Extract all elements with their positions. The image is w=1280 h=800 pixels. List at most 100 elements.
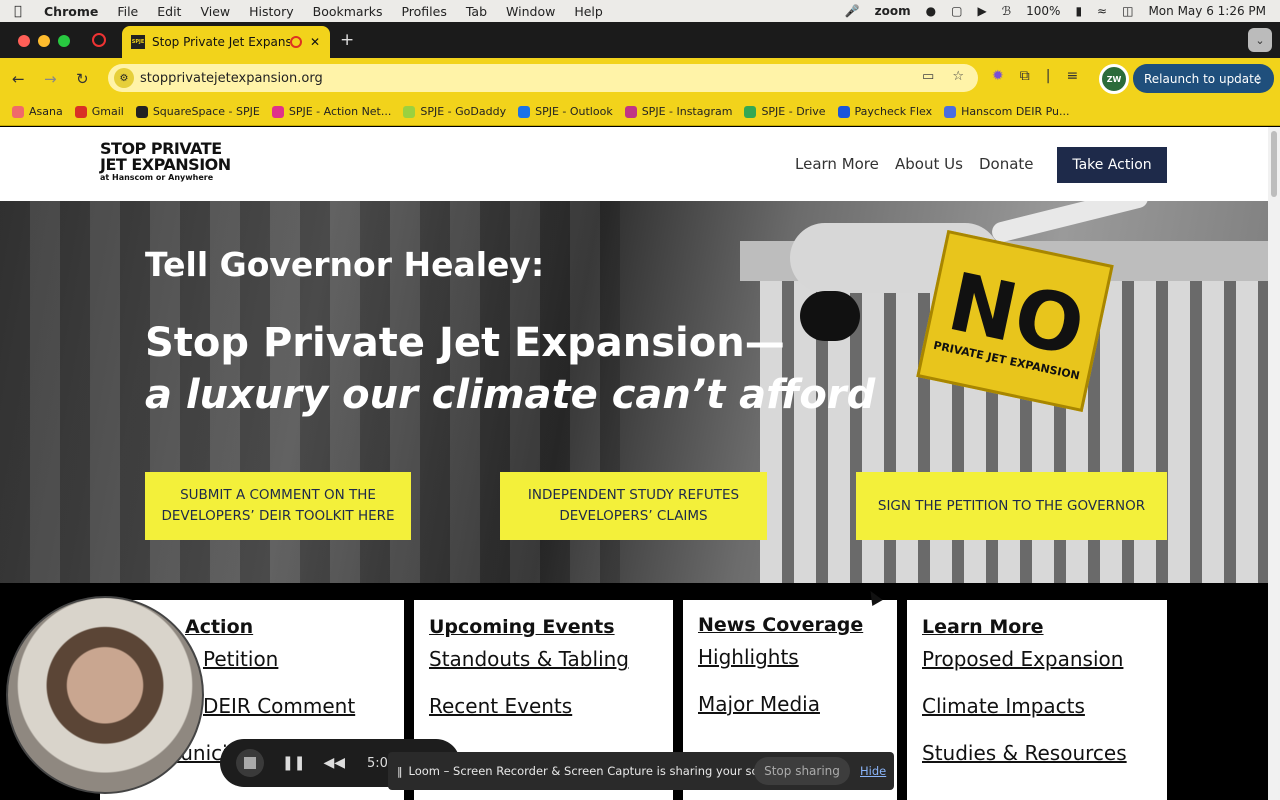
menubar-clock[interactable]: Mon May 6 1:26 PM (1148, 4, 1266, 18)
bookmark-item[interactable]: SPJE - Outlook (518, 105, 613, 118)
battery-icon[interactable]: ▮ (1075, 4, 1082, 18)
bookmark-label: Asana (29, 105, 63, 118)
stop-sharing-button[interactable]: Stop sharing (754, 757, 850, 785)
bookmark-favicon-icon (12, 105, 24, 118)
window-controls (18, 35, 70, 47)
hero-headline: Stop Private Jet Expansion— a luxury our… (145, 317, 875, 421)
apple-icon[interactable]:  (14, 4, 30, 19)
menu-edit[interactable]: Edit (157, 4, 181, 19)
bookmark-item[interactable]: Gmail (74, 105, 124, 118)
menu-window[interactable]: Window (506, 4, 555, 19)
menu-profiles[interactable]: Profiles (401, 4, 446, 19)
bookmark-favicon-icon (74, 105, 87, 118)
share-message: Loom – Screen Recorder & Screen Capture … (408, 764, 788, 778)
page-scrollbar[interactable] (1268, 127, 1280, 800)
bluetooth-icon[interactable]: ℬ (1002, 4, 1011, 18)
tab-close-icon[interactable]: ✕ (310, 35, 320, 49)
wifi-icon[interactable]: ≈ (1097, 4, 1107, 18)
tab-search-icon[interactable]: ⌄ (1248, 28, 1272, 52)
bookmark-item[interactable]: SPJE - Drive (744, 105, 826, 118)
cta-submit-comment[interactable]: SUBMIT A COMMENT ON THE DEVELOPERS’ DEIR… (145, 472, 411, 540)
rewind-icon[interactable]: ◀◀ (323, 755, 345, 771)
play-icon[interactable]: ▶ (977, 4, 986, 18)
extension-gear-icon[interactable]: ✹ (992, 68, 1004, 84)
bookmark-favicon-icon (837, 105, 850, 118)
address-bar[interactable]: ⚙ stopprivatejetexpansion.org ▭ ☆ (108, 64, 978, 92)
bookmark-item[interactable]: Asana (12, 105, 63, 118)
link-proposed-expansion[interactable]: Proposed Expansion (922, 647, 1152, 671)
profile-avatar[interactable]: ZW (1099, 64, 1129, 94)
reload-icon[interactable]: ↻ (76, 70, 89, 88)
grammarly-icon[interactable]: ● (926, 4, 936, 18)
link-recent-events[interactable]: Recent Events (429, 694, 658, 718)
bookmark-label: SPJE - Drive (761, 105, 826, 118)
link-major-media[interactable]: Major Media (698, 692, 882, 716)
hide-link[interactable]: Hide (860, 764, 886, 778)
pause-icon[interactable]: ❚❚ (282, 755, 305, 771)
link-standouts-tabling[interactable]: Standouts & Tabling (429, 647, 658, 671)
media-queue-icon[interactable]: ≡ (1066, 68, 1078, 84)
menu-file[interactable]: File (117, 4, 138, 19)
logo-tagline: at Hanscom or Anywhere (100, 173, 214, 182)
bookmark-item[interactable]: Paycheck Flex (837, 105, 932, 118)
nav-learn-more[interactable]: Learn More (795, 155, 879, 173)
nav-about-us[interactable]: About Us (895, 155, 963, 173)
stop-recording-button[interactable] (236, 749, 264, 777)
extensions-puzzle-icon[interactable]: ⧉ (1020, 68, 1030, 84)
card-heading: Learn More (922, 616, 1044, 638)
battery-percent[interactable]: 100% (1026, 4, 1060, 18)
site-logo[interactable]: STOP PRIVATE JET EXPANSION at Hanscom or… (100, 141, 231, 183)
bookmark-item[interactable]: SPJE - Action Net... (271, 105, 392, 118)
take-action-button[interactable]: Take Action (1057, 147, 1167, 183)
back-icon[interactable]: ← (12, 70, 25, 88)
close-window-icon[interactable] (18, 35, 30, 47)
bookmark-label: SPJE - Instagram (641, 105, 733, 118)
bookmark-item[interactable]: Hanscom DEIR Pu... (944, 105, 1070, 118)
menu-help[interactable]: Help (574, 4, 603, 19)
link-climate-impacts[interactable]: Climate Impacts (922, 694, 1152, 718)
forward-icon[interactable]: → (44, 70, 57, 88)
bookmark-star-icon[interactable]: ☆ (952, 69, 964, 84)
microphone-icon[interactable]: 🎤 (845, 4, 860, 18)
control-center-icon[interactable]: ◫ (1122, 4, 1133, 18)
bookmark-item[interactable]: SquareSpace - SPJE (135, 105, 260, 118)
bookmark-item[interactable]: SPJE - Instagram (624, 105, 733, 118)
menu-view[interactable]: View (200, 4, 230, 19)
menu-bookmarks[interactable]: Bookmarks (313, 4, 383, 19)
screen-share-notification: ‖ Loom – Screen Recorder & Screen Captur… (388, 752, 894, 790)
bookmark-favicon-icon (403, 105, 416, 118)
nav-donate[interactable]: Donate (979, 155, 1034, 173)
more-menu-icon[interactable]: ⋮ (1252, 72, 1264, 86)
card-heading: News Coverage (698, 614, 864, 636)
cta-sign-petition[interactable]: SIGN THE PETITION TO THE GOVERNOR (856, 472, 1167, 540)
drag-handle-icon[interactable]: ‖ (397, 765, 403, 778)
minimize-window-icon[interactable] (38, 35, 50, 47)
menubar-status-area: 🎤 zoom ● ▢ ▶ ℬ 100% ▮ ≈ ◫ Mon May 6 1:26… (845, 0, 1266, 22)
relaunch-button[interactable]: Relaunch to update ⋮ (1133, 64, 1274, 93)
site-info-icon[interactable]: ⚙ (114, 68, 134, 88)
menu-tab[interactable]: Tab (466, 4, 487, 19)
menu-history[interactable]: History (249, 4, 293, 19)
new-tab-icon[interactable]: + (340, 30, 354, 50)
zoom-status[interactable]: zoom (875, 4, 911, 18)
url-text[interactable]: stopprivatejetexpansion.org (140, 71, 323, 86)
scrollbar-thumb[interactable] (1271, 131, 1277, 197)
link-studies-resources[interactable]: Studies & Resources (922, 741, 1152, 765)
bookmark-favicon-icon (271, 105, 284, 118)
maximize-window-icon[interactable] (58, 35, 70, 47)
cta-independent-study[interactable]: INDEPENDENT STUDY REFUTES DEVELOPERS’ CL… (500, 472, 767, 540)
bookmark-item[interactable]: SPJE - GoDaddy (403, 105, 506, 118)
link-highlights[interactable]: Highlights (698, 645, 882, 669)
bookmark-favicon-icon (518, 105, 531, 118)
camera-icon[interactable]: ▭ (922, 69, 934, 84)
bookmark-label: SPJE - Action Net... (288, 105, 392, 118)
bookmark-favicon-icon (624, 105, 637, 118)
hero-headline-line1: Stop Private Jet Expansion— (145, 320, 785, 366)
macos-menubar:  Chrome File Edit View History Bookmark… (0, 0, 1280, 22)
recording-tab-icon[interactable] (92, 33, 106, 47)
loom-webcam-bubble[interactable] (6, 596, 204, 794)
menu-app-name[interactable]: Chrome (44, 4, 98, 19)
active-tab[interactable]: SPJE Stop Private Jet Expansion ✕ (122, 26, 330, 58)
omnibox-actions: ▭ ☆ (922, 69, 964, 84)
screen-icon[interactable]: ▢ (951, 4, 962, 18)
